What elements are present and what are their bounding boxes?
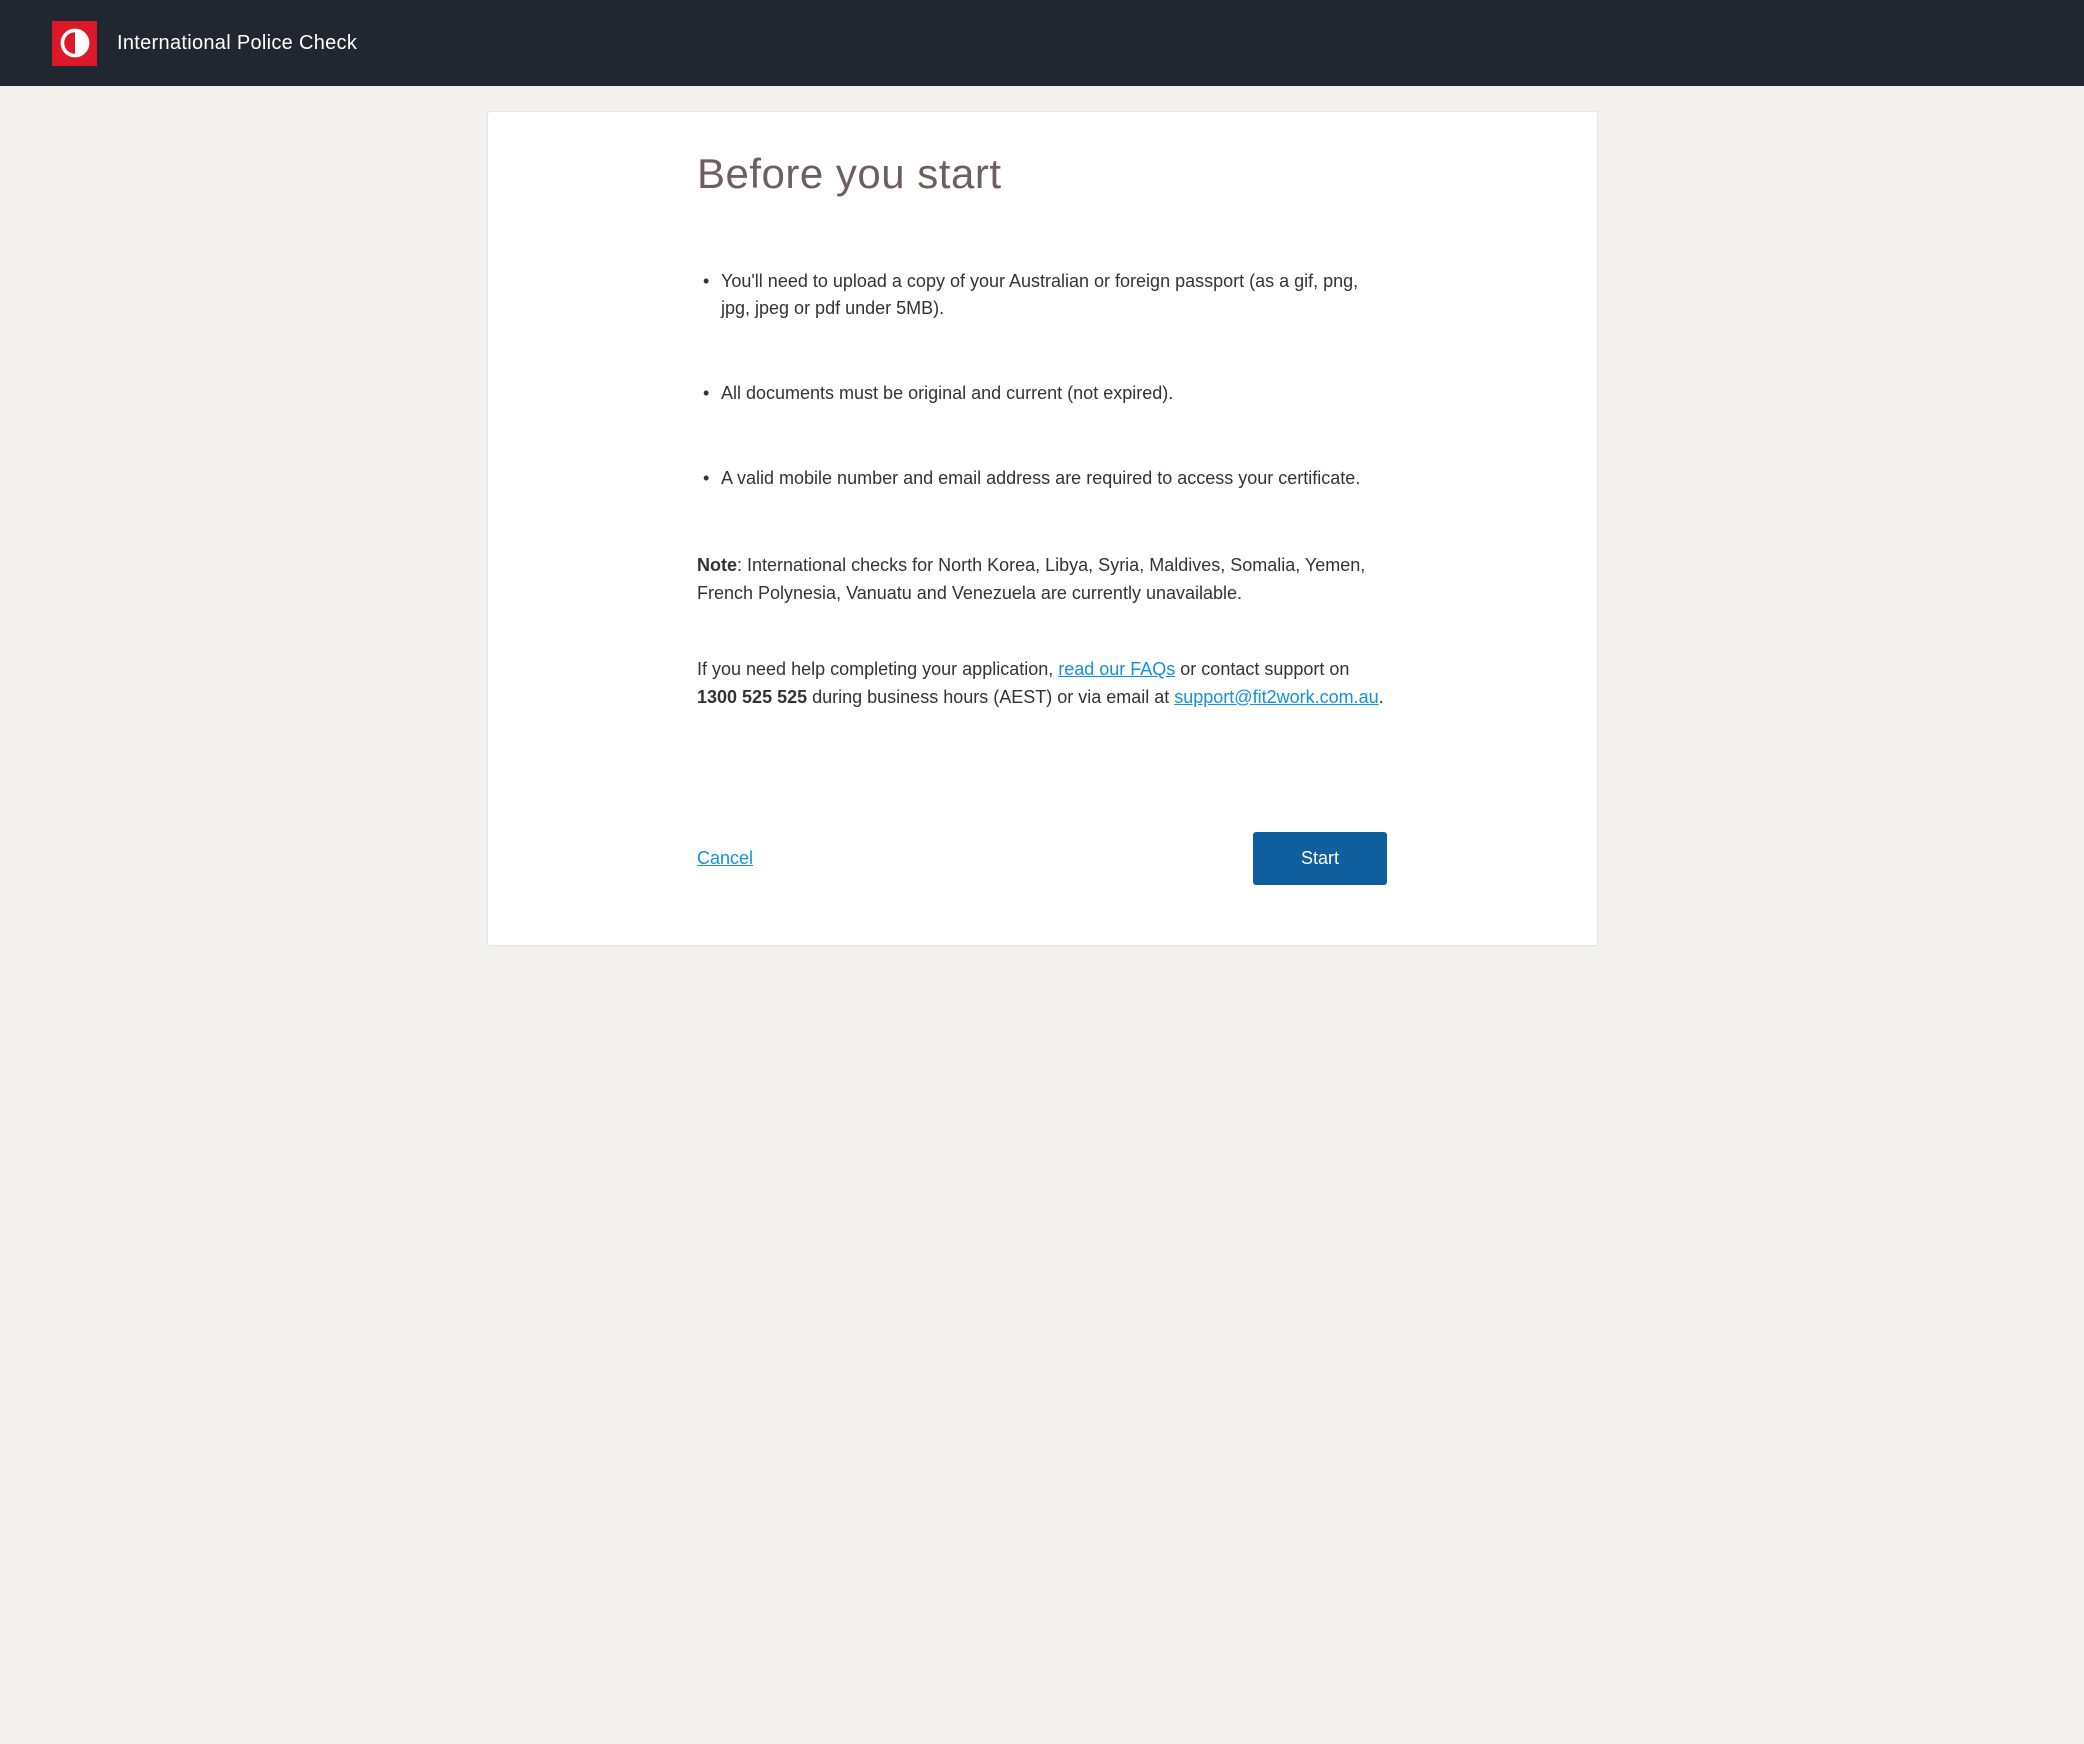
action-row: Cancel Start — [697, 832, 1387, 885]
content-area: Before you start You'll need to upload a… — [687, 150, 1397, 885]
app-header: International Police Check — [0, 0, 2084, 86]
list-item: All documents must be original and curre… — [697, 380, 1387, 407]
faq-link[interactable]: read our FAQs — [1058, 659, 1175, 679]
start-button[interactable]: Start — [1253, 832, 1387, 885]
requirements-list: You'll need to upload a copy of your Aus… — [697, 268, 1387, 492]
page-title: Before you start — [697, 150, 1387, 198]
help-mid2: during business hours (AEST) or via emai… — [807, 687, 1174, 707]
main-card: Before you start You'll need to upload a… — [487, 111, 1598, 946]
note-text: : International checks for North Korea, … — [697, 555, 1365, 603]
note-label: Note — [697, 555, 737, 575]
list-item: A valid mobile number and email address … — [697, 465, 1387, 492]
list-item: You'll need to upload a copy of your Aus… — [697, 268, 1387, 322]
cancel-link[interactable]: Cancel — [697, 848, 753, 869]
support-phone: 1300 525 525 — [697, 687, 807, 707]
help-suffix: . — [1379, 687, 1384, 707]
help-paragraph: If you need help completing your applica… — [697, 656, 1387, 712]
help-prefix: If you need help completing your applica… — [697, 659, 1058, 679]
support-email-link[interactable]: support@fit2work.com.au — [1174, 687, 1378, 707]
logo — [52, 21, 97, 66]
header-title: International Police Check — [117, 32, 357, 55]
help-mid1: or contact support on — [1175, 659, 1349, 679]
note-paragraph: Note: International checks for North Kor… — [697, 552, 1387, 608]
auspost-logo-icon — [60, 28, 90, 58]
